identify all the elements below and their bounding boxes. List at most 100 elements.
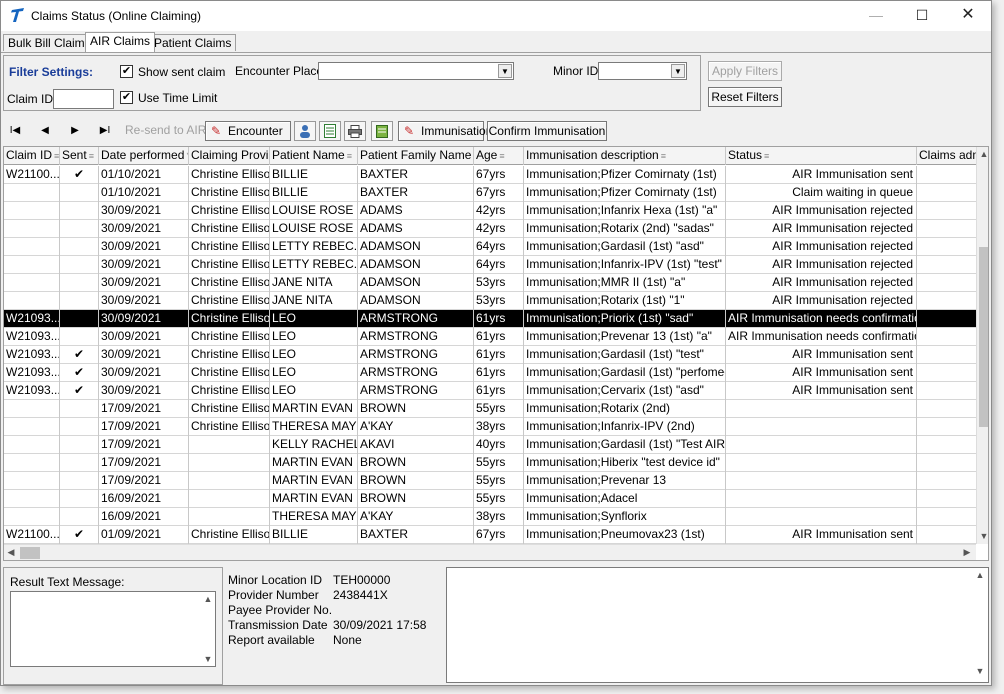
- horizontal-scrollbar[interactable]: ◀ ▶: [4, 544, 976, 560]
- table-row[interactable]: 30/09/2021 Christine Ellison LETTY REBEC..…: [4, 238, 976, 256]
- scroll-down-icon[interactable]: ▼: [973, 666, 987, 676]
- table-row[interactable]: 30/09/2021 Christine Ellison LOUISE ROSE AD…: [4, 220, 976, 238]
- column-filter-icon[interactable]: ≡: [54, 151, 59, 161]
- scroll-left-icon[interactable]: ◀: [4, 547, 18, 558]
- table-row[interactable]: 17/09/2021 MARTIN EVAN BROWN 55yrs Immunisat…: [4, 472, 976, 490]
- first-record-icon[interactable]: I◀: [3, 123, 27, 139]
- printer-icon[interactable]: [344, 121, 366, 141]
- close-button[interactable]: ✕: [945, 1, 991, 31]
- previous-record-icon[interactable]: ◀: [33, 123, 57, 139]
- notepad-icon[interactable]: [371, 121, 393, 141]
- apply-filters-button[interactable]: Apply Filters: [708, 61, 782, 81]
- tab-bulk-bill-claims[interactable]: Bulk Bill Claims: [3, 34, 96, 51]
- scroll-up-icon[interactable]: ▲: [973, 570, 987, 580]
- table-row[interactable]: 17/09/2021 Christine Ellison MARTIN EVAN BR…: [4, 400, 976, 418]
- reset-filters-button[interactable]: Reset Filters: [708, 87, 782, 107]
- table-row[interactable]: 30/09/2021 Christine Ellison LETTY REBEC..…: [4, 256, 976, 274]
- next-record-icon[interactable]: ▶: [63, 123, 87, 139]
- scroll-down-icon[interactable]: ▼: [977, 531, 988, 541]
- table-row[interactable]: W21093... ✔ 30/09/2021 Christine Ellison LEO…: [4, 364, 976, 382]
- column-filter-icon[interactable]: ≡: [89, 151, 94, 161]
- column-header-status[interactable]: Status ≡: [726, 147, 917, 165]
- tab-patient-claims[interactable]: Patient Claims: [149, 34, 237, 51]
- scroll-down-icon[interactable]: ▼: [201, 654, 215, 664]
- cell-status: AIR Immunisation needs confirmation: [726, 310, 917, 328]
- column-header-patient-family-name[interactable]: Patient Family Name≡: [358, 147, 474, 165]
- table-row[interactable]: W21093... ✔ 30/09/2021 Christine Ellison LEO…: [4, 346, 976, 364]
- report-message-box[interactable]: ▲ ▼: [446, 567, 989, 683]
- column-header-label: Patient Name: [272, 148, 345, 162]
- column-header-date-performed[interactable]: Date performed⧩: [99, 147, 189, 165]
- column-header-label: Patient Family Name: [360, 148, 472, 162]
- immunisation-button[interactable]: ✎ Immunisation: [398, 121, 492, 141]
- horizontal-scroll-thumb[interactable]: [20, 547, 40, 559]
- minimize-button[interactable]: —: [853, 1, 899, 31]
- sent-check-icon: [60, 220, 99, 238]
- table-row[interactable]: 30/09/2021 Christine Ellison JANE NITA ADAM…: [4, 292, 976, 310]
- cell-patient-name: BILLIE: [270, 526, 358, 544]
- cell-patient-name: LEO: [270, 310, 358, 328]
- encounter-button[interactable]: ✎ Encounter: [205, 121, 291, 141]
- cell-date-performed: 17/09/2021: [99, 454, 189, 472]
- cell-claiming-provider: Christine Ellison: [189, 400, 270, 418]
- column-header-claim-id[interactable]: Claim ID ≡: [4, 147, 60, 165]
- table-row[interactable]: 17/09/2021 KELLY RACHEL AKAVI 40yrs Immunisa…: [4, 436, 976, 454]
- column-header-claims-admin[interactable]: Claims adm: [917, 147, 977, 165]
- table-row[interactable]: W21093... ✔ 30/09/2021 Christine Ellison LEO…: [4, 382, 976, 400]
- column-filter-icon[interactable]: ≡: [661, 151, 666, 161]
- encounter-place-label: Encounter Place: [235, 64, 324, 78]
- table-row[interactable]: 30/09/2021 Christine Ellison JANE NITA ADAM…: [4, 274, 976, 292]
- cell-status: [726, 418, 917, 436]
- cell-patient-family-name: ADAMS: [358, 202, 474, 220]
- scroll-right-icon[interactable]: ▶: [960, 547, 974, 558]
- last-record-icon[interactable]: ▶I: [93, 123, 117, 139]
- vertical-scroll-thumb[interactable]: [979, 247, 988, 427]
- encounter-place-select[interactable]: ▼: [318, 62, 514, 80]
- column-header-patient-name[interactable]: Patient Name ≡: [270, 147, 358, 165]
- table-row[interactable]: W21100... ✔ 01/09/2021 Christine Ellison BIL…: [4, 526, 976, 544]
- resend-to-air-button[interactable]: Re-send to AIR: [125, 123, 206, 137]
- chevron-down-icon[interactable]: ▼: [498, 64, 512, 78]
- cell-patient-family-name: BAXTER: [358, 184, 474, 202]
- cell-date-performed: 30/09/2021: [99, 364, 189, 382]
- table-row[interactable]: W21093... 30/09/2021 Christine Ellison LEO A…: [4, 328, 976, 346]
- confirm-immunisation-button[interactable]: Confirm Immunisation: [487, 121, 607, 141]
- scroll-up-icon[interactable]: ▲: [977, 149, 988, 159]
- claim-id-input[interactable]: [53, 89, 114, 109]
- column-header-claiming-provider[interactable]: Claiming Provi...≡: [189, 147, 270, 165]
- cell-claim-id: [4, 274, 60, 292]
- table-row[interactable]: 30/09/2021 Christine Ellison LOUISE ROSE AD…: [4, 202, 976, 220]
- table-row[interactable]: W21100... ✔ 01/10/2021 Christine Ellison BIL…: [4, 166, 976, 184]
- table-row[interactable]: 16/09/2021 MARTIN EVAN BROWN 55yrs Immunisat…: [4, 490, 976, 508]
- scroll-up-icon[interactable]: ▲: [201, 594, 215, 604]
- sent-check-icon: [60, 508, 99, 526]
- list-form-icon[interactable]: [319, 121, 341, 141]
- person-icon[interactable]: [294, 121, 316, 141]
- table-row[interactable]: 17/09/2021 MARTIN EVAN BROWN 55yrs Immunisat…: [4, 454, 976, 472]
- cell-claim-id: [4, 418, 60, 436]
- cell-age: 61yrs: [474, 364, 524, 382]
- maximize-button[interactable]: ☐: [899, 1, 945, 31]
- table-row[interactable]: W21093... 30/09/2021 Christine Ellison LEO A…: [4, 310, 976, 328]
- show-sent-claim-checkbox[interactable]: ✔: [120, 65, 133, 78]
- cell-age: 38yrs: [474, 508, 524, 526]
- cell-claim-id: W21093...: [4, 310, 60, 328]
- use-time-limit-label: Use Time Limit: [138, 91, 218, 105]
- column-filter-icon[interactable]: ≡: [347, 151, 352, 161]
- table-row[interactable]: 17/09/2021 Christine Ellison THERESA MAY A'…: [4, 418, 976, 436]
- chevron-down-icon[interactable]: ▼: [671, 64, 685, 78]
- cell-claiming-provider: Christine Ellison: [189, 184, 270, 202]
- tab-air-claims[interactable]: AIR Claims: [85, 32, 156, 52]
- column-header-sent[interactable]: Sent ≡: [60, 147, 99, 165]
- use-time-limit-checkbox[interactable]: ✔: [120, 91, 133, 104]
- column-filter-icon[interactable]: ≡: [764, 151, 769, 161]
- vertical-scrollbar[interactable]: ▲ ▼: [976, 147, 988, 544]
- table-row[interactable]: 01/10/2021 Christine Ellison BILLIE BAXTER 6…: [4, 184, 976, 202]
- result-text-box[interactable]: ▲ ▼: [10, 591, 216, 667]
- column-header-immunisation-description[interactable]: Immunisation description ≡: [524, 147, 726, 165]
- column-header-age[interactable]: Age ≡: [474, 147, 524, 165]
- minor-id-select[interactable]: ▼: [598, 62, 687, 80]
- cell-immunisation-description: Immunisation;Infanrix-IPV (1st) "test": [524, 256, 726, 274]
- table-row[interactable]: 16/09/2021 THERESA MAY A'KAY 38yrs Immunisat…: [4, 508, 976, 526]
- column-filter-icon[interactable]: ≡: [499, 151, 504, 161]
